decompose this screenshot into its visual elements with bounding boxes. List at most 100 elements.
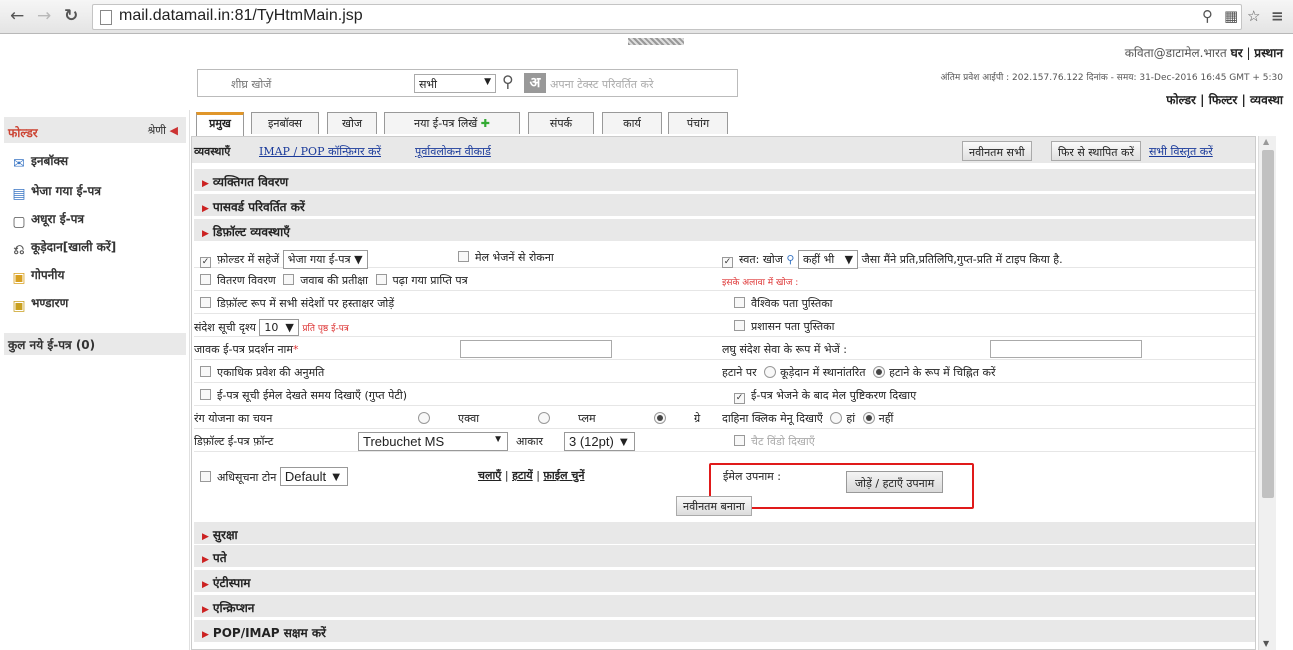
- caret-right-icon: ▶: [202, 605, 209, 615]
- global-book-checkbox[interactable]: [734, 297, 745, 308]
- settings-row: रंग योजना का चयन एक्वा प्लम ग्रे दाहिना …: [194, 406, 1255, 429]
- right-click-option: दाहिना क्लिक मेनू दिखाएँ हां नहीं: [722, 411, 893, 426]
- signature-label: डिफ़ॉल्ट रूप में सभी संदेशों पर हस्ताक्ष…: [217, 297, 395, 310]
- multi-login-checkbox[interactable]: [200, 366, 211, 377]
- sidebar-item-storage[interactable]: ▣ भण्डारण: [10, 294, 68, 314]
- scroll-down-icon[interactable]: ▼: [1263, 639, 1269, 648]
- tab-compose-label: नया ई-पत्र लिखें: [413, 117, 478, 130]
- section-addresses[interactable]: ▶ पते: [194, 545, 1255, 567]
- autosearch-checkbox[interactable]: ✓: [722, 257, 733, 268]
- star-icon[interactable]: ☆: [1247, 7, 1260, 25]
- category-toggle[interactable]: श्रेणी ◀: [147, 123, 178, 138]
- tab-contacts[interactable]: संपर्क: [528, 112, 594, 134]
- resize-grip[interactable]: [628, 38, 684, 45]
- sidebar-title: फोल्डर: [8, 126, 38, 140]
- search-input[interactable]: शीघ्र खोजें: [231, 77, 271, 92]
- tab-calendar[interactable]: पंचांग: [668, 112, 728, 134]
- sidebar-item-trash[interactable]: ⎌ कूड़ेदान[खाली करें]: [10, 238, 116, 258]
- alias-button[interactable]: जोड़ें / हटाएँ उपनाम: [846, 471, 944, 493]
- home-link[interactable]: घर: [1231, 46, 1243, 60]
- color-option-aqua: एक्वा: [414, 411, 479, 426]
- search-icon[interactable]: ⚲: [502, 72, 514, 91]
- font-select[interactable]: Trebuchet MS ▼: [358, 432, 508, 451]
- section-personal-details[interactable]: ▶ व्यक्तिगत विवरण: [194, 169, 1255, 191]
- zoom-icon[interactable]: ⚲: [1202, 7, 1213, 25]
- preview-vcard-link[interactable]: पूर्वावलोकन वीकार्ड: [415, 144, 491, 159]
- list-count-select[interactable]: 10 ▼: [259, 319, 299, 336]
- choose-file-link[interactable]: फ़ाईल चुनें: [543, 469, 584, 482]
- address-bar[interactable]: mail.datamail.in:81/TyHtmMain.jsp: [92, 4, 1242, 30]
- section-encryption[interactable]: ▶ एन्क्रिप्शन: [194, 595, 1255, 617]
- save-folder-select[interactable]: भेजा गया ई-पत्र ▼: [282, 250, 368, 269]
- size-select[interactable]: 3 (12pt) ▼: [564, 432, 636, 451]
- move-trash-radio[interactable]: [764, 366, 777, 378]
- forward-icon[interactable]: →: [37, 6, 51, 26]
- show-mail-list-checkbox[interactable]: [200, 389, 211, 400]
- language-button[interactable]: अ: [524, 73, 546, 93]
- admin-book-checkbox[interactable]: [734, 320, 745, 331]
- plum-radio[interactable]: [538, 412, 550, 424]
- settings-link[interactable]: व्यवस्था: [1250, 93, 1283, 107]
- last-login-info: अंतिम प्रवेश आईपी : 202.157.76.122 दिनां…: [940, 73, 1283, 83]
- play-link[interactable]: चलाएँ: [478, 469, 501, 482]
- filters-link[interactable]: फिल्टर: [1209, 93, 1238, 107]
- sender-name-input[interactable]: [460, 340, 612, 358]
- tab-search[interactable]: खोज: [327, 112, 377, 134]
- expand-all-link[interactable]: सभी विस्तृत करें: [1149, 144, 1213, 159]
- save-in-folder-checkbox[interactable]: ✓: [200, 257, 211, 268]
- aqua-radio[interactable]: [418, 412, 430, 424]
- show-confirm-checkbox[interactable]: ✓: [734, 393, 745, 404]
- remove-link[interactable]: हटायें: [512, 469, 533, 482]
- signature-checkbox[interactable]: [200, 297, 211, 308]
- scroll-up-icon[interactable]: ▲: [1263, 137, 1269, 146]
- section-antispam[interactable]: ▶ एंटीस्पाम: [194, 570, 1255, 592]
- tab-compose[interactable]: नया ई-पत्र लिखें ✚: [384, 112, 520, 134]
- menu-icon[interactable]: ≡: [1271, 7, 1284, 25]
- notif-tone-checkbox[interactable]: [200, 471, 211, 482]
- delivery-checkbox[interactable]: [200, 274, 211, 285]
- imap-config-link[interactable]: IMAP / POP कॉन्फ़िगर करें: [259, 144, 381, 159]
- section-default-settings[interactable]: ▶ डिफ़ॉल्ट व्यवस्थाएँ: [194, 219, 1255, 241]
- search-scope-select[interactable]: सभी ▼: [414, 74, 496, 93]
- tab-inbox[interactable]: इनबॉक्स: [251, 112, 319, 134]
- sms-input[interactable]: [990, 340, 1142, 358]
- vertical-scrollbar[interactable]: ▲ ▼: [1258, 136, 1276, 650]
- sidebar-item-drafts[interactable]: ▢ अधूरा ई-पत्र: [10, 210, 84, 230]
- await-reply-checkbox[interactable]: [283, 274, 295, 285]
- sidebar-item-inbox[interactable]: ✉ इनबॉक्स: [10, 152, 68, 172]
- settings-row: संदेश सूची दृश्य 10 ▼ प्रति पृष्ठ ई-पत्र…: [194, 314, 1255, 337]
- mark-deleted-radio[interactable]: [873, 366, 886, 378]
- right-click-yes-radio[interactable]: [830, 412, 843, 424]
- list-view-option: संदेश सूची दृश्य 10 ▼ प्रति पृष्ठ ई-पत्र: [194, 319, 349, 336]
- section-change-password[interactable]: ▶ पासवर्ड परिवर्तित करें: [194, 194, 1255, 216]
- caret-right-icon: ▶: [202, 229, 209, 239]
- latest-all-button[interactable]: नवीनतम सभी: [962, 141, 1032, 161]
- size-option: 3 (12pt) ▼: [564, 432, 636, 451]
- update-button[interactable]: नवीनतम बनाना: [676, 496, 752, 516]
- section-security[interactable]: ▶ सुरक्षा: [194, 522, 1255, 544]
- grey-label: ग्रे: [694, 412, 701, 425]
- logout-link[interactable]: प्रस्थान: [1254, 46, 1283, 60]
- read-receipt-checkbox[interactable]: [375, 274, 387, 285]
- autosearch-hint: जैसा मैंने प्रति,प्रतिलिपि,गुप्त-प्रति म…: [861, 253, 1063, 266]
- right-click-no-radio[interactable]: [862, 412, 875, 424]
- translate-icon[interactable]: ▦: [1224, 7, 1238, 25]
- user-email: कविता@डाटामेल.भारत: [1124, 46, 1227, 60]
- tone-select[interactable]: Default ▼: [279, 467, 348, 486]
- sidebar-item-secure[interactable]: ▣ गोपनीय: [10, 266, 64, 286]
- no-label: नहीं: [878, 412, 894, 425]
- reset-button[interactable]: फिर से स्थापित करें: [1051, 141, 1142, 161]
- sidebar-item-sent[interactable]: ▤ भेजा गया ई-पत्र: [10, 182, 101, 202]
- back-icon[interactable]: ←: [10, 6, 24, 26]
- reload-icon[interactable]: ↻: [64, 6, 78, 26]
- tab-tasks[interactable]: कार्य: [602, 112, 662, 134]
- folders-link[interactable]: फोल्डर: [1166, 93, 1196, 107]
- block-mail-checkbox[interactable]: [458, 251, 469, 262]
- section-pop-imap[interactable]: ▶ POP/IMAP सक्षम करें: [194, 620, 1255, 642]
- chat-window-checkbox[interactable]: [734, 435, 745, 446]
- grey-radio[interactable]: [654, 412, 666, 424]
- tab-home[interactable]: प्रमुख: [196, 112, 244, 137]
- scrollbar-thumb[interactable]: [1262, 150, 1274, 498]
- yes-label: हां: [846, 412, 856, 425]
- autosearch-scope-select[interactable]: कहीं भी ▼: [797, 250, 859, 269]
